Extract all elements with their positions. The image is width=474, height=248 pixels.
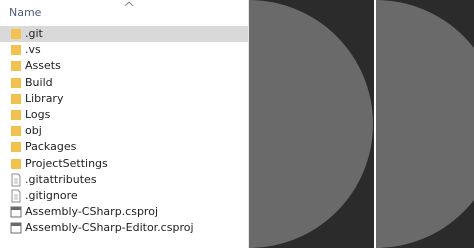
- half-circle-shape: [249, 0, 373, 248]
- list-item[interactable]: Logs: [0, 107, 248, 123]
- project-file-icon: [10, 221, 22, 235]
- file-name: Build: [25, 75, 53, 89]
- list-item[interactable]: .gitignore: [0, 188, 248, 204]
- folder-icon: [10, 59, 22, 73]
- project-file-icon: [10, 205, 22, 219]
- document-icon: [10, 189, 22, 203]
- folder-icon: [10, 27, 22, 41]
- list-item[interactable]: .gitattributes: [0, 172, 248, 188]
- preview-panel-left: [249, 0, 374, 248]
- file-name: Packages: [25, 140, 77, 154]
- preview-panel-right: [376, 0, 474, 248]
- file-list: .git .vs Assets Build Library Logs obj P…: [0, 26, 248, 236]
- file-explorer: Name .git .vs Assets Build Library Logs …: [0, 0, 248, 248]
- list-item[interactable]: Assembly-CSharp-Editor.csproj: [0, 220, 248, 236]
- file-name: obj: [25, 124, 42, 138]
- sort-up-icon[interactable]: [124, 0, 134, 9]
- file-name: Assembly-CSharp.csproj: [25, 205, 158, 219]
- folder-icon: [10, 157, 22, 171]
- folder-icon: [10, 124, 22, 138]
- column-header[interactable]: Name: [0, 0, 248, 24]
- list-item[interactable]: obj: [0, 123, 248, 139]
- list-item[interactable]: Build: [0, 75, 248, 91]
- file-name: .gitattributes: [25, 172, 97, 186]
- list-item[interactable]: Packages: [0, 139, 248, 155]
- list-item[interactable]: Library: [0, 91, 248, 107]
- list-item[interactable]: Assets: [0, 58, 248, 74]
- folder-icon: [10, 108, 22, 122]
- folder-icon: [10, 76, 22, 90]
- file-name: .git: [25, 27, 43, 40]
- file-name: Logs: [25, 107, 51, 121]
- file-name: Library: [25, 91, 64, 105]
- document-icon: [10, 173, 22, 187]
- list-item[interactable]: ProjectSettings: [0, 156, 248, 172]
- file-name: .gitignore: [25, 188, 78, 202]
- folder-icon: [10, 43, 22, 57]
- name-column-label[interactable]: Name: [9, 6, 41, 19]
- file-name: ProjectSettings: [25, 156, 108, 170]
- file-name: Assets: [25, 59, 61, 73]
- file-name: Assembly-CSharp-Editor.csproj: [25, 221, 194, 235]
- folder-icon: [10, 92, 22, 106]
- list-item[interactable]: Assembly-CSharp.csproj: [0, 204, 248, 220]
- list-item[interactable]: .git: [0, 26, 248, 43]
- file-name: .vs: [25, 43, 41, 57]
- list-item[interactable]: .vs: [0, 42, 248, 58]
- folder-icon: [10, 140, 22, 154]
- half-circle-shape: [376, 0, 474, 248]
